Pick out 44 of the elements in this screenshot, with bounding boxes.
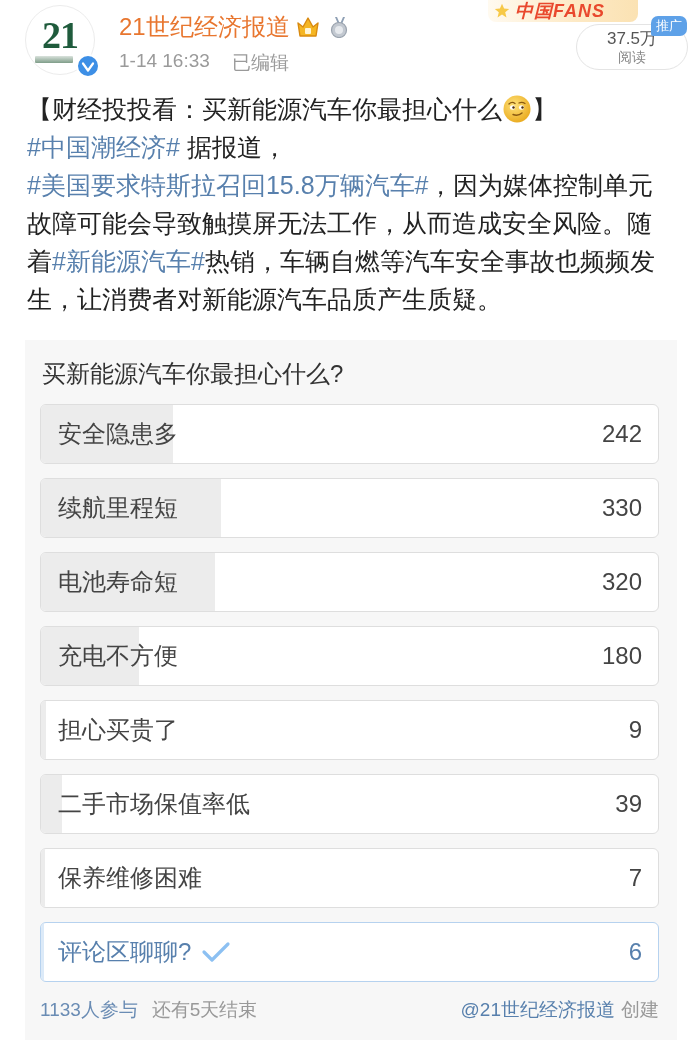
poll-option[interactable]: 评论区聊聊? 6 (40, 922, 659, 982)
poll-option[interactable]: 充电不方便 180 (40, 626, 659, 686)
created-label: 创建 (621, 998, 659, 1022)
option-label: 续航里程短 (58, 493, 178, 523)
post-time: 1-14 16:33 (119, 50, 210, 73)
poll-question: 买新能源汽车你最担心什么? (42, 360, 345, 388)
logo-text: 21 (42, 17, 78, 53)
topic-link[interactable]: #新能源汽车# (52, 247, 205, 275)
poll-option[interactable]: 保养维修困难 7 (40, 848, 659, 908)
crown-icon (295, 16, 320, 38)
edited-label: 已编辑 (231, 51, 289, 75)
topic-link[interactable]: #中国潮经济# (27, 133, 180, 161)
face-emoji-icon (503, 95, 531, 123)
poll-option[interactable]: 安全隐患多 242 (40, 404, 659, 464)
option-label: 安全隐患多 (58, 419, 178, 449)
check-icon (201, 941, 232, 963)
participant-count: 1133人参与 (40, 998, 138, 1022)
vote-count: 6 (628, 938, 642, 966)
poll-option[interactable]: 电池寿命短 320 (40, 552, 659, 612)
option-label: 电池寿命短 (58, 567, 178, 597)
vote-count: 180 (601, 642, 642, 670)
read-label: 阅读 (618, 48, 646, 66)
logo-bar (35, 56, 73, 63)
star-icon (494, 3, 510, 19)
vote-count: 39 (615, 790, 642, 818)
ad-tag: 推广 (651, 16, 687, 36)
vote-count: 7 (628, 864, 642, 892)
poll-option[interactable]: 担心买贵了 9 (40, 700, 659, 760)
vote-count: 9 (628, 716, 642, 744)
option-label: 保养维修困难 (58, 863, 202, 893)
vote-count: 330 (601, 494, 642, 522)
time-remaining: 还有5天结束 (151, 998, 258, 1022)
poll-option[interactable]: 续航里程短 330 (40, 478, 659, 538)
option-label: 充电不方便 (58, 641, 178, 671)
promo-text: 中国FANS (515, 1, 605, 21)
vote-count: 320 (601, 568, 642, 596)
option-label: 评论区聊聊? (58, 937, 192, 967)
post-text: 【财经投投看：买新能源汽车你最担心什么 】 #中国潮经济# 据报道， #美国要求特斯拉召回15.8万辆汽车#，因为媒体控制单元故障可能会导致触摸屏无法工作，从而造成安全风险。随着#新能源汽车#热销，车辆自燃等汽车安全事故也频频发生，让消费者对新能源汽车品质产生质疑。 (27, 94, 656, 315)
vote-count: 242 (601, 420, 642, 448)
option-label: 担心买贵了 (58, 715, 178, 745)
topic-link[interactable]: #美国要求特斯拉召回15.8万辆汽车# (27, 171, 429, 199)
poll-option[interactable]: 二手市场保值率低 39 (40, 774, 659, 834)
option-label: 二手市场保值率低 (58, 789, 250, 819)
creator-link[interactable]: @21世纪经济报道 (460, 998, 615, 1022)
